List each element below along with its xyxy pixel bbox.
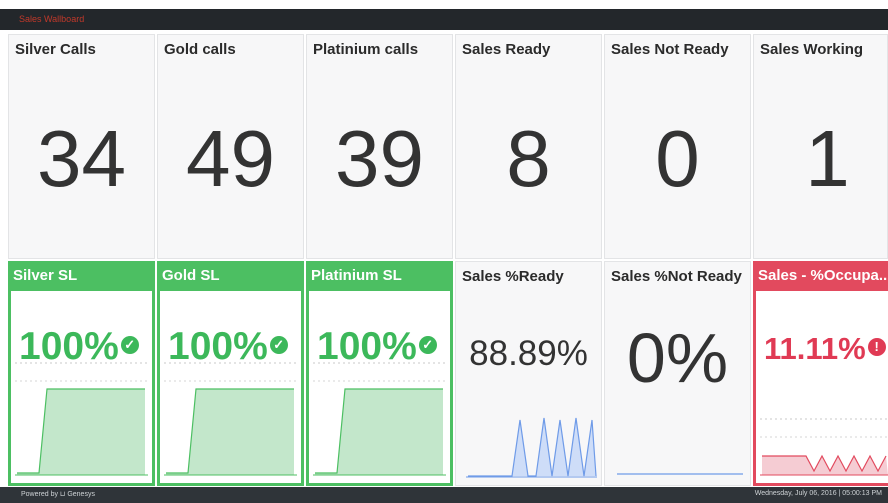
title-bar: Sales Wallboard	[0, 9, 888, 30]
occupancy-sparkline	[760, 418, 888, 476]
tile-label: Gold SL	[162, 267, 220, 284]
tile-sales-pct-not-ready[interactable]: Sales %Not Ready 0%	[604, 261, 751, 486]
tile-body: 100% ✓	[309, 291, 450, 483]
footer-bar: Powered by ⊔ Genesys Wednesday, July 06,…	[0, 487, 888, 503]
tile-label: Platinium SL	[311, 267, 402, 284]
tile-body: 100% ✓	[11, 291, 152, 483]
tile-sales-ready[interactable]: Sales Ready 8	[455, 34, 602, 259]
tile-label: Sales Ready	[462, 41, 551, 58]
tile-value: 0	[655, 114, 700, 203]
sl-sparkline	[15, 362, 148, 476]
tile-label: Silver SL	[13, 267, 78, 284]
tile-value: 39	[335, 114, 424, 203]
tile-sales-working[interactable]: Sales Working 1	[753, 34, 888, 259]
tile-platinium-sl[interactable]: Platinium SL 100% ✓	[306, 261, 453, 486]
sl-sparkline	[313, 362, 446, 476]
tile-value: 8	[506, 114, 551, 203]
tile-value: 1	[805, 114, 850, 203]
tile-label: Sales Not Ready	[611, 41, 729, 58]
tile-platinium-calls[interactable]: Platinium calls 39	[306, 34, 453, 259]
tile-silver-calls[interactable]: Silver Calls 34	[8, 34, 155, 259]
tile-label: Platinium calls	[313, 41, 419, 58]
tile-silver-sl[interactable]: Silver SL 100% ✓	[8, 261, 155, 486]
tile-sales-occupancy[interactable]: Sales - %Occupa... 11.11%!	[753, 261, 888, 486]
tile-value: 34	[37, 114, 126, 203]
ready-sparkline	[466, 417, 597, 478]
tile-body: 11.11%!	[756, 291, 888, 483]
tile-gold-sl[interactable]: Gold SL 100% ✓	[157, 261, 304, 486]
notready-sparkline	[617, 473, 743, 475]
tile-label: Sales - %Occupa...	[758, 267, 888, 284]
footer-datetime: Wednesday, July 06, 2016 | 05:00:13 PM	[754, 490, 882, 497]
wallboard-grid: Silver Calls 34 Gold calls 49 Platinium …	[8, 34, 888, 486]
tile-value: 49	[186, 114, 275, 203]
tile-sales-not-ready[interactable]: Sales Not Ready 0	[604, 34, 751, 259]
tile-label: Gold calls	[164, 41, 236, 58]
tile-body: 100% ✓	[160, 291, 301, 483]
top-strip	[0, 0, 888, 9]
tile-gold-calls[interactable]: Gold calls 49	[157, 34, 304, 259]
page-title: Sales Wallboard	[19, 14, 85, 24]
footer-powered-by: Powered by ⊔ Genesys	[21, 491, 95, 498]
tile-sales-pct-ready[interactable]: Sales %Ready 88.89%	[455, 261, 602, 486]
sl-sparkline	[164, 362, 297, 476]
tile-label: Sales Working	[760, 41, 864, 58]
tile-label: Silver Calls	[15, 41, 96, 58]
